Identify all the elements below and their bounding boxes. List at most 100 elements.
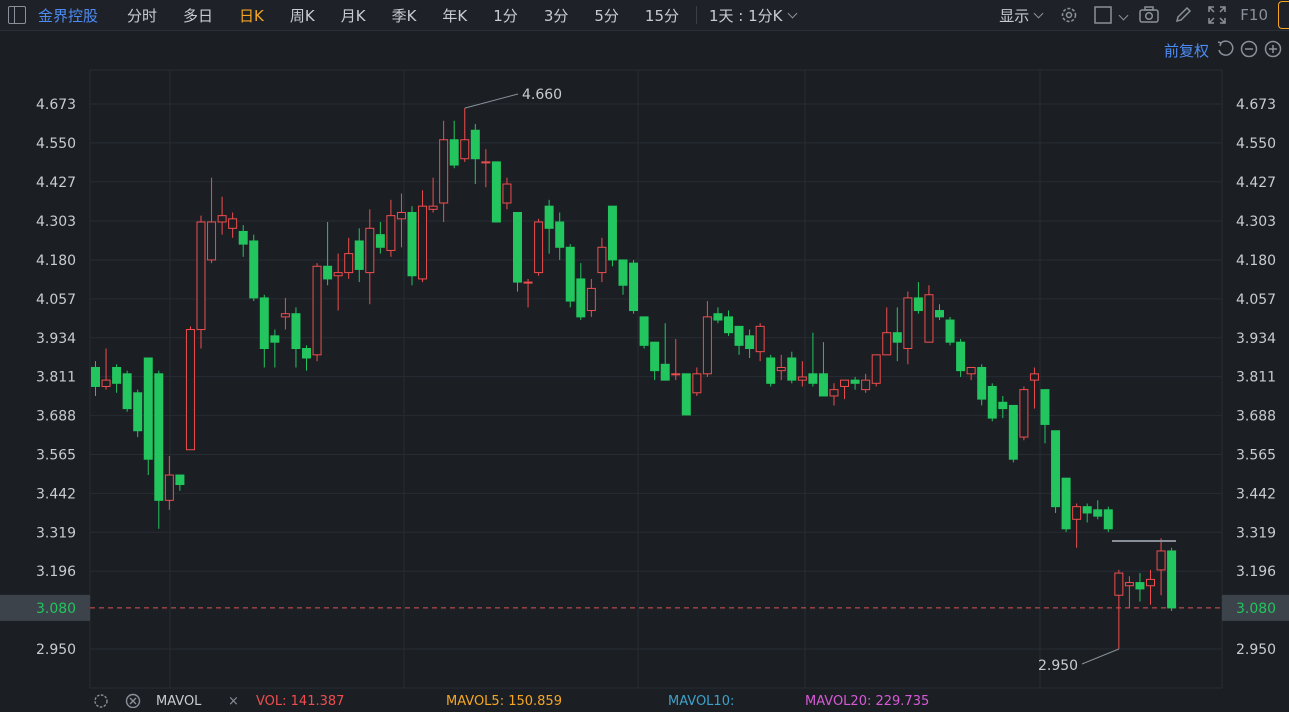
candle-body xyxy=(818,373,828,397)
candle-body xyxy=(808,373,818,384)
candle-body xyxy=(502,183,512,204)
candle-body xyxy=(270,335,280,343)
candle-body xyxy=(734,325,744,346)
current-price-left: 3.080 xyxy=(36,601,76,617)
candle-body xyxy=(586,287,596,312)
price-tick-left: 3.319 xyxy=(36,525,76,541)
candle-body xyxy=(101,379,111,387)
candle-body xyxy=(122,373,132,410)
candle-body xyxy=(892,332,902,343)
price-tick-left: 4.427 xyxy=(36,175,76,191)
candle-body xyxy=(312,265,322,356)
candle-body xyxy=(861,379,871,391)
candle-body xyxy=(418,205,428,280)
candle-body xyxy=(1019,389,1029,438)
candle-body xyxy=(913,297,923,312)
price-tick-left: 4.303 xyxy=(36,214,76,230)
vol-value: VOL: 141.387 xyxy=(256,694,345,709)
candle-body xyxy=(956,341,966,372)
candle-body xyxy=(987,385,997,419)
candle-body xyxy=(1135,582,1145,590)
price-tick-left: 3.196 xyxy=(36,564,76,580)
candle-body xyxy=(766,357,776,384)
candle-body xyxy=(133,392,143,432)
candle-body xyxy=(1146,578,1155,587)
candle-body xyxy=(491,161,501,223)
volume-indicator-bar: MAVOL × VOL: 141.387 MAVOL5: 150.859 MAV… xyxy=(0,692,1289,709)
candle-body xyxy=(1124,582,1134,587)
candle-body xyxy=(238,230,248,245)
candles xyxy=(91,108,1177,649)
candle-body xyxy=(1167,550,1177,609)
close-icon[interactable] xyxy=(124,692,142,712)
price-tick-left: 4.673 xyxy=(36,97,76,113)
candle-body xyxy=(597,246,607,274)
candle-body xyxy=(1093,509,1103,517)
candle-body xyxy=(945,319,955,343)
candle-body xyxy=(196,221,206,331)
candle-body xyxy=(607,205,617,261)
price-tick-right: 3.688 xyxy=(1236,409,1276,425)
price-tick-right: 4.550 xyxy=(1236,136,1276,152)
candle-body xyxy=(1072,506,1082,520)
price-tick-right: 4.427 xyxy=(1236,175,1276,191)
candle-body xyxy=(280,313,290,318)
candle-body xyxy=(565,246,575,302)
candle-body xyxy=(618,259,628,286)
candle-body xyxy=(671,373,681,376)
candle-body xyxy=(639,316,649,346)
low-annotation: 2.950 xyxy=(1038,658,1078,674)
price-tick-left: 4.550 xyxy=(36,136,76,152)
candle-body xyxy=(449,139,459,166)
high-annotation: 4.660 xyxy=(522,87,562,103)
price-tick-left: 3.688 xyxy=(36,409,76,425)
candle-body xyxy=(650,341,660,372)
price-tick-right: 4.673 xyxy=(1236,97,1276,113)
settings-icon[interactable] xyxy=(92,692,110,712)
candle-body xyxy=(513,211,522,283)
candle-body xyxy=(354,240,364,270)
candle-body xyxy=(1008,404,1018,460)
candle-body xyxy=(850,379,860,384)
candle-body xyxy=(164,474,174,501)
mavol-label[interactable]: MAVOL xyxy=(156,694,201,709)
candle-body xyxy=(1156,550,1166,571)
candle-body xyxy=(207,221,217,261)
candle-body xyxy=(576,278,586,318)
chart-grid xyxy=(89,69,1223,689)
candle-body xyxy=(840,379,850,387)
kline-chart[interactable]: 4.673 4.550 4.427 4.303 4.180 4.057 3.934 3.811… xyxy=(0,0,1289,692)
candle-body xyxy=(724,316,733,334)
candle-body xyxy=(302,348,311,359)
price-tick-right: 3.319 xyxy=(1236,525,1276,541)
candle-body xyxy=(660,363,670,381)
candle-body xyxy=(924,294,934,343)
current-price-right: 3.080 xyxy=(1236,601,1276,617)
candle-body xyxy=(91,366,100,387)
price-axis-right: 4.673 4.550 4.427 4.303 4.180 4.057 3.934 3.811… xyxy=(1222,97,1289,658)
price-tick-right: 4.057 xyxy=(1236,292,1276,308)
candle-body xyxy=(797,376,807,381)
price-tick-right: 3.565 xyxy=(1236,447,1276,463)
price-tick-right: 3.442 xyxy=(1236,486,1276,502)
candle-body xyxy=(439,139,449,204)
candle-body xyxy=(523,281,533,284)
low-leader-line xyxy=(1081,648,1120,665)
price-tick-left: 4.057 xyxy=(36,292,76,308)
candle-body xyxy=(175,474,185,486)
candle-body xyxy=(344,253,354,274)
candle-body xyxy=(460,139,470,160)
price-tick-left: 3.811 xyxy=(36,370,76,386)
candle-body xyxy=(713,313,723,321)
candle-body xyxy=(228,218,238,229)
candle-body xyxy=(365,227,375,274)
candle-body xyxy=(998,401,1008,410)
candle-body xyxy=(154,373,164,501)
close-indicator-icon[interactable]: × xyxy=(228,694,239,709)
candle-body xyxy=(935,310,944,318)
candle-body xyxy=(629,262,639,312)
candle-body xyxy=(776,366,786,372)
candle-body xyxy=(745,335,755,350)
price-tick-right: 4.180 xyxy=(1236,253,1276,269)
price-tick-right: 3.934 xyxy=(1236,331,1276,347)
